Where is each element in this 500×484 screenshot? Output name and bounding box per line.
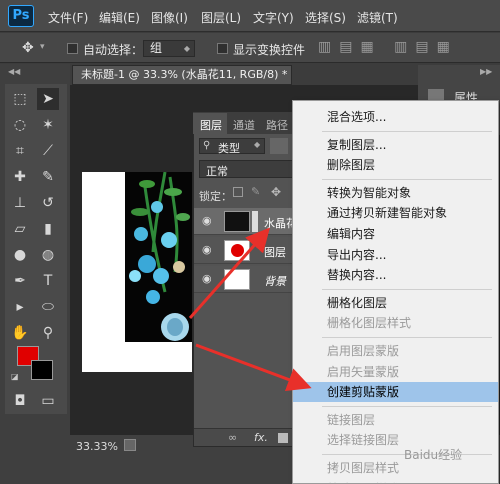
arrow-to-layer-icon bbox=[188, 227, 270, 319]
watermark: Baidu经验 bbox=[404, 448, 463, 462]
arrow-to-menu-item-icon bbox=[195, 343, 312, 391]
annotation-arrows bbox=[188, 227, 312, 391]
